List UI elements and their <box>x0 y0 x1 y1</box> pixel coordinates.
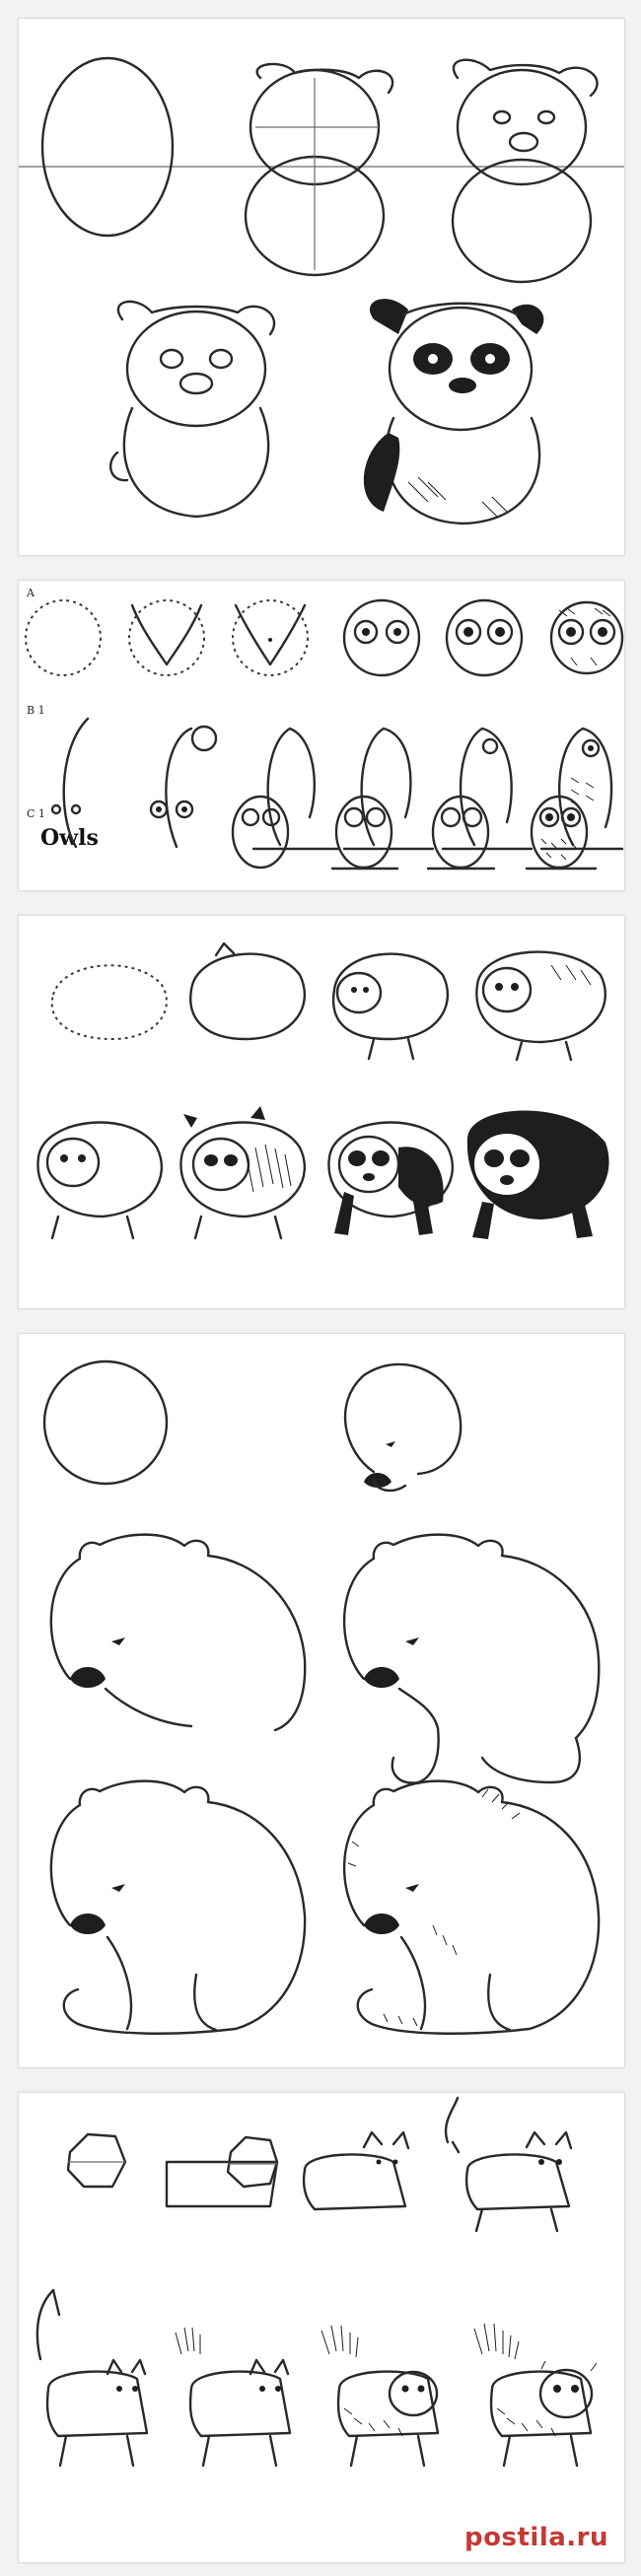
drawing-panel-kitten: postila.ru <box>18 2092 625 2563</box>
panda-step-4 <box>475 950 606 1062</box>
kitten-step-2 <box>165 2135 279 2208</box>
kitten-step-8 <box>473 2323 598 2468</box>
owl-row-c <box>50 795 598 870</box>
owl-row-label-a: A <box>26 587 36 599</box>
owl-row-label-b: B 1 <box>27 704 45 717</box>
panda-step-5 <box>36 1121 163 1240</box>
kitten-step-4 <box>444 2096 573 2233</box>
panda-steps-illustration <box>36 941 609 1240</box>
pooh-bear-steps-illustration <box>19 56 624 525</box>
kitten-step-6 <box>175 2327 292 2468</box>
watermark-logo: postila.ru <box>464 2523 608 2552</box>
panda-step-7 <box>327 1121 454 1235</box>
panda-step-3 <box>331 952 449 1061</box>
owl-row-label-c: C 1 <box>27 807 45 820</box>
pooh-step-2 <box>244 62 394 277</box>
pooh-step-1 <box>40 56 175 238</box>
owl-row-a <box>25 598 624 677</box>
pooh-step-4 <box>108 300 276 519</box>
drawing-panel-polar-bear-cub <box>18 1333 625 2068</box>
polar-step-3 <box>49 1533 307 1732</box>
polar-step-2 <box>343 1362 463 1493</box>
polar-bear-cub-steps-illustration <box>42 1359 601 2035</box>
panda-step-1 <box>50 964 168 1041</box>
panda-step-8 <box>466 1110 609 1239</box>
polar-step-5 <box>49 1779 307 2035</box>
kitten-steps-illustration <box>36 2096 598 2468</box>
drawing-panel-owls: A B 1 C 1 Owls <box>18 580 625 891</box>
kitten-step-5 <box>36 2288 149 2468</box>
polar-step-1 <box>42 1359 169 1486</box>
polar-step-6 <box>342 1779 601 2035</box>
drawing-panel-panda <box>18 915 625 1309</box>
pooh-step-3 <box>451 58 599 284</box>
panda-step-2 <box>189 941 306 1041</box>
kitten-step-1 <box>66 2132 127 2189</box>
kitten-step-7 <box>320 2325 440 2468</box>
kitten-step-3 <box>302 2130 410 2211</box>
panda-step-6 <box>179 1106 306 1240</box>
pooh-step-5 <box>363 299 544 525</box>
owl-row-b <box>62 717 624 851</box>
drawing-panel-pooh-bear <box>18 18 625 556</box>
owl-steps-illustration: A B 1 C 1 Owls <box>25 587 624 870</box>
polar-step-4 <box>342 1533 601 1784</box>
